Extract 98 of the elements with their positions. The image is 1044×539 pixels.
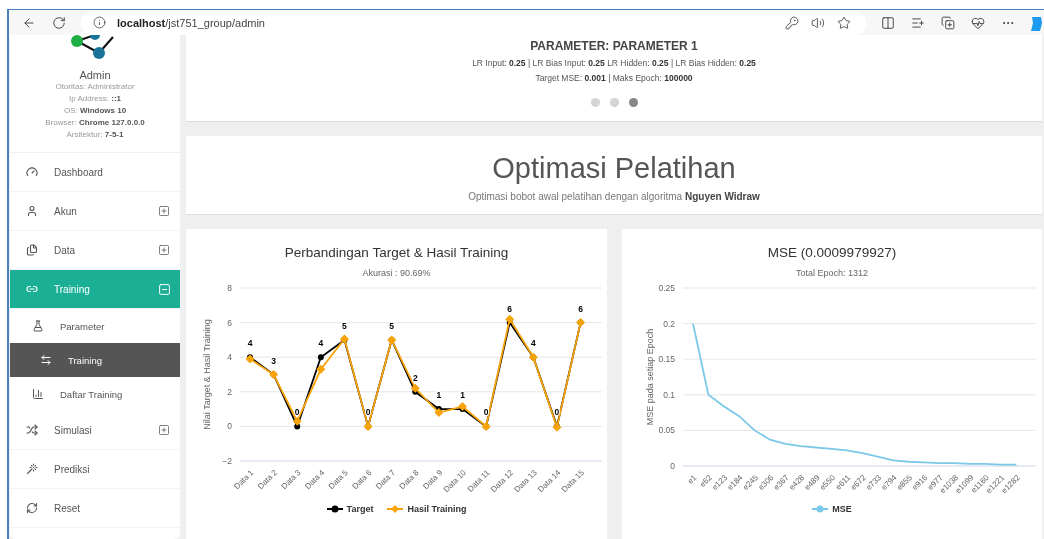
diamond-marker [528, 352, 538, 362]
collections-icon[interactable] [940, 14, 956, 31]
data-label: 0 [554, 407, 560, 418]
user-info: OS: Windows 10 [63, 105, 127, 117]
y-tick-label: 0.15 [658, 354, 675, 365]
x-tick-label: Data 15 [559, 468, 586, 495]
data-label: 1 [460, 390, 465, 401]
x-tick-label: Data 10 [441, 468, 468, 495]
y-tick-label: −2 [222, 456, 232, 466]
y-axis-title: MSE pada setiap Epoch [645, 328, 655, 426]
files-icon [24, 242, 40, 258]
data-label: 5 [389, 320, 395, 331]
x-tick-label: Data 13 [512, 468, 539, 495]
chart-title: MSE (0.0009979927) [767, 245, 897, 260]
chart-subtitle: Akurasi : 90.69% [362, 268, 431, 278]
y-tick-label: 0.2 [663, 318, 675, 329]
diamond-marker [410, 383, 420, 393]
legend-marker [812, 505, 829, 513]
page-title: Optimasi Pelatihan [492, 152, 736, 185]
refresh-icon [24, 500, 40, 516]
user-info: Ip Address: ::1 [69, 93, 121, 105]
data-label: 4 [530, 338, 536, 349]
address-bar[interactable]: localhost/jst751_group/admin [81, 10, 866, 35]
parameter-text: Target MSE: 0.001 | Maks Epoch: 100000 [535, 73, 693, 83]
diamond-marker [434, 408, 444, 418]
page-subtitle: Optimasi bobot awal pelatihan dengan algoritma Nguyen Widraw [468, 191, 760, 202]
x-tick-label: Data 7 [374, 468, 398, 492]
diamond-marker [387, 335, 397, 345]
reload-icon[interactable] [51, 14, 67, 31]
data-label: 6 [507, 303, 513, 314]
arrows-icon [38, 352, 54, 368]
expand-icon[interactable] [156, 242, 172, 258]
y-tick-label: 0.05 [658, 425, 675, 436]
legend-item[interactable]: MSE [812, 504, 852, 514]
y-tick-label: 0 [670, 461, 675, 471]
collapse-icon[interactable] [156, 281, 172, 297]
data-label: 1 [436, 390, 442, 401]
copilot-icon[interactable] [1030, 14, 1044, 31]
data-label: 4 [247, 338, 253, 349]
expand-icon[interactable] [156, 422, 172, 438]
y-tick-label: 0.1 [663, 389, 675, 400]
carousel-dot[interactable] [628, 98, 638, 107]
split-screen-icon[interactable] [880, 14, 896, 31]
submenu-item[interactable]: Training [10, 343, 180, 377]
legend-marker [326, 505, 343, 513]
bar-chart-icon [30, 386, 46, 402]
legend-item[interactable]: Target [326, 504, 374, 514]
diamond-marker [458, 402, 467, 411]
flask-icon [30, 318, 46, 334]
data-label: 0 [483, 407, 489, 418]
diamond-marker [576, 318, 586, 328]
x-tick-label: Data 8 [397, 468, 421, 492]
data-label: 6 [578, 303, 583, 314]
y-tick-label: 0.25 [658, 283, 675, 293]
data-label: 5 [342, 320, 347, 331]
user-info: Arsitektur: 7-5-1 [66, 129, 124, 141]
diamond-marker [481, 421, 491, 431]
data-label: 0 [365, 407, 371, 418]
diamond-marker [316, 364, 326, 374]
parameter-title: PARAMETER: PARAMETER 1 [530, 39, 698, 53]
y-tick-label: 8 [227, 283, 232, 293]
data-label: 2 [412, 372, 418, 383]
dot-marker [317, 354, 324, 361]
diamond-marker [269, 370, 279, 379]
x-tick-label: e62 [698, 473, 714, 489]
star-icon[interactable] [836, 14, 852, 31]
legend-item[interactable]: Hasil Training [387, 504, 467, 514]
user-info: Otoritas: Administrator [55, 81, 135, 93]
diamond-marker [363, 421, 373, 431]
user-info: Browser: Chrome 127.0.0.0 [45, 117, 145, 129]
data-label: 3 [271, 355, 276, 366]
y-tick-label: 2 [227, 386, 232, 397]
y-tick-label: 4 [227, 352, 232, 363]
data-label: 0 [294, 407, 300, 418]
chart-title: Perbandingan Target & Hasil Training [284, 245, 509, 260]
info-icon [91, 14, 107, 31]
wand-icon [24, 461, 40, 477]
data-label: 4 [318, 338, 324, 349]
y-tick-label: 6 [227, 317, 232, 328]
carousel-dot[interactable] [609, 98, 619, 107]
diamond-marker [292, 416, 302, 426]
legend-marker [387, 505, 404, 513]
diamond-marker [339, 334, 349, 344]
diamond-marker [552, 422, 562, 432]
y-tick-label: 0 [227, 421, 232, 432]
chart-subtitle: Total Epoch: 1312 [795, 268, 869, 278]
expand-icon[interactable] [156, 203, 172, 219]
y-axis-title: Nilai Target & Hasil Training [202, 319, 212, 430]
key-icon[interactable] [784, 14, 800, 31]
x-tick-label: Data 6 [350, 468, 374, 492]
url-text: localhost/jst751_group/admin [117, 16, 266, 29]
dot-marker [294, 423, 301, 430]
diamond-marker [505, 314, 515, 324]
parameter-text: LR Input: 0.25 | LR Bias Input: 0.25 LR Hidden: 0.25 | LR Bias Hidden: 0.25 [472, 58, 756, 68]
shuffle-icon [24, 422, 40, 438]
carousel-dot[interactable] [590, 98, 600, 107]
x-tick-label: e1 [685, 473, 699, 486]
user-name: Admin [79, 69, 111, 81]
